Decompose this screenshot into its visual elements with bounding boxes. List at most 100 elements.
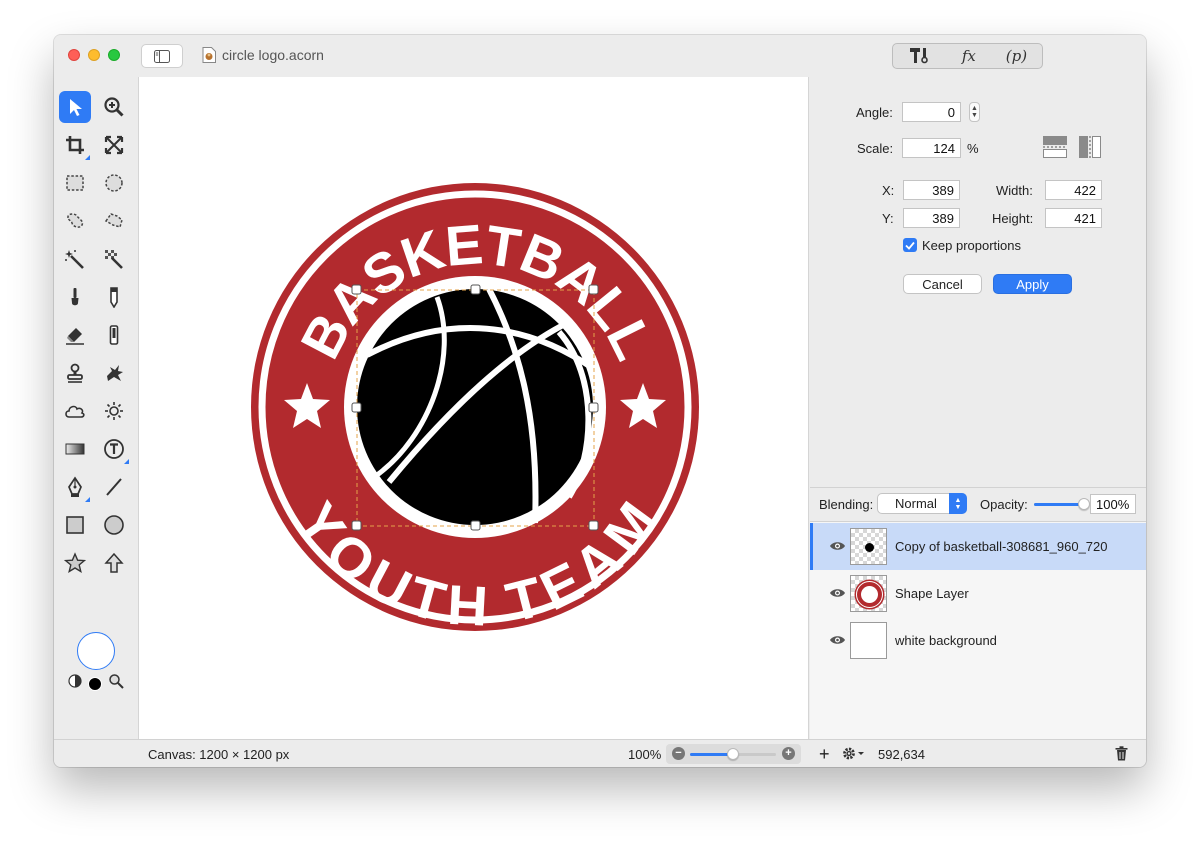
expand-arrows-icon	[104, 135, 124, 155]
brush-icon	[71, 288, 79, 306]
up-arrow-icon	[104, 552, 124, 573]
opacity-slider[interactable]	[1034, 503, 1084, 506]
eye-icon[interactable]	[829, 587, 846, 599]
gradient-tool[interactable]	[59, 433, 91, 465]
polygon-lasso-tool[interactable]	[98, 205, 130, 237]
opacity-field[interactable]: 100%	[1090, 494, 1136, 514]
height-field[interactable]: 421	[1045, 208, 1102, 228]
foreground-color-swatch[interactable]	[77, 632, 115, 670]
eye-icon[interactable]	[829, 540, 846, 552]
title-bar: circle logo.acorn fx (p)	[54, 35, 1146, 77]
lasso-icon	[67, 213, 84, 228]
magic-wand-tool[interactable]	[59, 243, 91, 275]
transform-tool[interactable]	[98, 129, 130, 161]
move-tool[interactable]	[59, 91, 91, 123]
zoom-in-icon[interactable]: +	[782, 747, 795, 760]
zoom-slider-knob[interactable]	[727, 748, 739, 760]
star-icon	[64, 552, 86, 573]
width-field[interactable]: 422	[1045, 180, 1102, 200]
blending-row: Blending: Normal ▲ ▼ Opacity: 100%	[810, 488, 1146, 522]
resize-handle-top-right[interactable]	[588, 284, 599, 295]
clone-tool[interactable]	[59, 357, 91, 389]
eraser-tool[interactable]	[59, 319, 91, 351]
lasso-tool[interactable]	[59, 205, 91, 237]
resize-handle-right[interactable]	[588, 402, 599, 413]
flip-horizontal-icon[interactable]	[1078, 135, 1102, 159]
cancel-button[interactable]: Cancel	[903, 274, 982, 294]
sidebar-toggle-button[interactable]	[141, 44, 183, 68]
fill-tool[interactable]	[98, 319, 130, 351]
app-window: circle logo.acorn fx (p) BASKETBALL YOUT…	[54, 35, 1146, 767]
resize-handle-bottom-right[interactable]	[588, 520, 599, 531]
scale-field[interactable]: 124	[902, 138, 961, 158]
brush-tool[interactable]	[59, 281, 91, 313]
layer-thumbnail-shape	[850, 575, 887, 612]
gear-icon[interactable]	[842, 746, 866, 761]
arrow-shape-tool[interactable]	[98, 547, 130, 579]
tools-tab[interactable]	[908, 46, 932, 67]
rect-select-tool[interactable]	[59, 167, 91, 199]
pen-tool[interactable]	[59, 471, 91, 503]
text-tool[interactable]	[98, 433, 130, 465]
resize-handle-top-left[interactable]	[351, 284, 362, 295]
color-select-tool[interactable]	[98, 243, 130, 275]
zoom-control: − +	[666, 744, 801, 764]
sun-icon	[105, 402, 123, 420]
arrow-cursor-icon	[70, 99, 82, 116]
brightness-tool[interactable]	[98, 395, 130, 427]
y-field[interactable]: 389	[903, 208, 960, 228]
eye-icon[interactable]	[829, 634, 846, 646]
rectangle-tool[interactable]	[59, 509, 91, 541]
pen-nib-icon	[68, 476, 82, 497]
pencil-tool[interactable]	[98, 281, 130, 313]
line-tool[interactable]	[98, 471, 130, 503]
oval-tool[interactable]	[98, 509, 130, 541]
ellipse-select-tool[interactable]	[98, 167, 130, 199]
image-canvas[interactable]: BASKETBALL YOUTH TEAM	[138, 77, 809, 739]
blending-mode-select[interactable]: Normal ▲ ▼	[877, 493, 967, 514]
square-icon	[66, 516, 84, 534]
close-window-button[interactable]	[68, 49, 80, 61]
resize-handle-top[interactable]	[470, 284, 481, 295]
angle-field[interactable]: 0	[902, 102, 961, 122]
shape-cloud-tool[interactable]	[59, 395, 91, 427]
angle-stepper[interactable]: ▲ ▼	[969, 102, 980, 122]
x-label: X:	[882, 183, 895, 198]
filters-tab[interactable]: fx	[962, 47, 976, 65]
layer-row-basketball[interactable]: Copy of basketball-308681_960_720	[810, 523, 1146, 570]
canvas-size-text: Canvas: 1200 × 1200 px	[148, 747, 290, 762]
minimize-window-button[interactable]	[88, 49, 100, 61]
flip-vertical-icon[interactable]	[1042, 135, 1068, 159]
color-picker-magnifier-icon[interactable]	[108, 673, 124, 689]
text-circle-icon	[104, 439, 124, 459]
background-color-swatch[interactable]	[88, 677, 102, 691]
star-tool[interactable]	[59, 547, 91, 579]
layer-name: Copy of basketball-308681_960_720	[895, 539, 1108, 554]
apply-button[interactable]: Apply	[993, 274, 1072, 294]
resize-handle-bottom[interactable]	[470, 520, 481, 531]
opacity-slider-knob[interactable]	[1078, 498, 1090, 510]
width-label: Width:	[996, 183, 1033, 198]
zoom-level-text: 100%	[628, 747, 662, 762]
resize-handle-bottom-left[interactable]	[351, 520, 362, 531]
scale-label: Scale:	[857, 141, 894, 156]
sidebar-icon	[154, 49, 170, 63]
splatter-icon	[107, 365, 123, 381]
swap-colors-icon[interactable]	[68, 674, 82, 688]
layer-thumbnail-background	[850, 622, 887, 659]
logo-artwork: BASKETBALL YOUTH TEAM	[251, 183, 699, 637]
layer-row-shape[interactable]: Shape Layer	[810, 570, 1146, 617]
keep-proportions-checkbox[interactable]	[903, 238, 917, 252]
height-label: Height:	[992, 211, 1034, 226]
trash-icon[interactable]	[1115, 746, 1128, 761]
properties-tab[interactable]: (p)	[1006, 47, 1027, 65]
crop-tool[interactable]	[59, 129, 91, 161]
resize-handle-left[interactable]	[351, 402, 362, 413]
smudge-tool[interactable]	[98, 357, 130, 389]
add-layer-icon[interactable]: +	[819, 744, 830, 765]
zoom-out-icon[interactable]: −	[672, 747, 685, 760]
layer-row-background[interactable]: white background	[810, 617, 1146, 664]
zoom-tool[interactable]	[98, 91, 130, 123]
zoom-window-button[interactable]	[108, 49, 120, 61]
x-field[interactable]: 389	[903, 180, 960, 200]
